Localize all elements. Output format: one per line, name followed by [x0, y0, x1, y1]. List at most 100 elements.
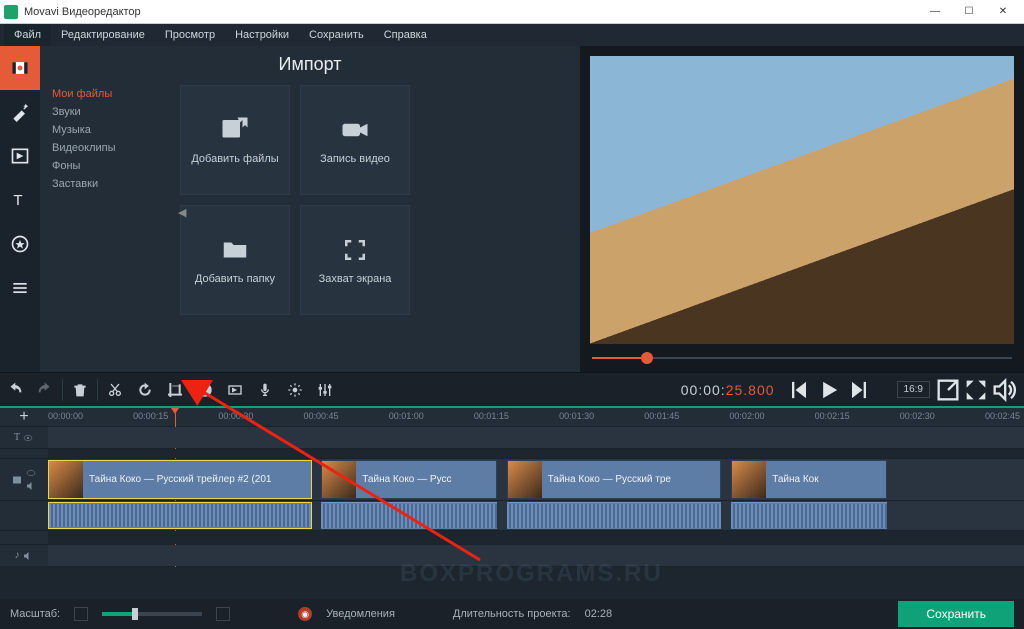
play-button[interactable] — [815, 376, 843, 404]
tile-add-folder[interactable]: Добавить папку — [180, 205, 290, 315]
audio-track-body[interactable] — [48, 501, 1024, 530]
timeline-ruler: + 00:00:0000:00:1500:00:3000:00:4500:01:… — [0, 408, 1024, 426]
delete-button[interactable] — [65, 373, 95, 407]
preview-video[interactable] — [590, 56, 1014, 344]
cat-videoclips[interactable]: Видеоклипы — [40, 139, 180, 157]
cat-intros[interactable]: Заставки — [40, 175, 180, 193]
tile-screen-capture[interactable]: Захват экрана — [300, 205, 410, 315]
scrubber-track — [592, 357, 1012, 359]
prev-button[interactable] — [785, 376, 813, 404]
fullscreen-button[interactable] — [962, 376, 990, 404]
video-clip[interactable]: Тайна Коко — Русский тре — [507, 460, 722, 499]
sidebar-stickers[interactable] — [0, 222, 40, 266]
sidebar-more[interactable] — [0, 266, 40, 310]
tick: 00:01:45 — [644, 408, 679, 421]
notification-icon[interactable]: ◉ — [298, 607, 312, 621]
notification-label[interactable]: Уведомления — [326, 608, 395, 620]
color-button[interactable] — [190, 373, 220, 407]
cat-backgrounds[interactable]: Фоны — [40, 157, 180, 175]
ruler-track[interactable]: 00:00:0000:00:1500:00:3000:00:4500:01:00… — [48, 408, 1024, 426]
aspect-ratio-button[interactable]: 16:9 — [897, 381, 930, 398]
tile-label: Добавить файлы — [191, 153, 278, 165]
save-button[interactable]: Сохранить — [898, 601, 1014, 627]
collapse-categories-icon[interactable]: ◀ — [178, 206, 186, 219]
clip-label: Тайна Коко — Русский тре — [542, 474, 677, 485]
cut-button[interactable] — [100, 373, 130, 407]
speaker-icon — [25, 480, 37, 492]
clip-thumbnail — [49, 461, 83, 498]
video-track-body[interactable]: Тайна Коко — Русский трейлер #2 (201Тайн… — [48, 459, 1024, 500]
title-track-head[interactable]: T — [0, 427, 48, 448]
video-track-head[interactable] — [0, 459, 48, 500]
tile-label: Добавить папку — [195, 273, 275, 285]
window-title: Movavi Видеоредактор — [24, 6, 918, 18]
menu-edit[interactable]: Редактирование — [51, 24, 155, 46]
crop-button[interactable] — [160, 373, 190, 407]
equalizer-button[interactable] — [310, 373, 340, 407]
transition-button[interactable] — [220, 373, 250, 407]
tick: 00:02:00 — [729, 408, 764, 421]
music-track-head[interactable]: ♪ — [0, 545, 48, 566]
minimize-button[interactable]: — — [918, 1, 952, 23]
tick: 00:01:30 — [559, 408, 594, 421]
preview-panel: ? — [580, 46, 1024, 372]
waveform — [49, 504, 311, 527]
audio-track-head[interactable] — [0, 501, 48, 530]
preview-scrubber[interactable] — [592, 354, 1012, 362]
svg-text:T: T — [13, 192, 22, 209]
waveform — [731, 504, 887, 528]
music-track-body[interactable] — [48, 545, 1024, 566]
tick: 00:02:45 — [985, 408, 1020, 421]
tile-label: Запись видео — [320, 153, 390, 165]
title-track-body[interactable] — [48, 427, 1024, 448]
zoom-mode-button[interactable] — [216, 607, 230, 621]
rotate-button[interactable] — [130, 373, 160, 407]
add-track-button[interactable]: + — [0, 408, 48, 426]
sidebar-effects[interactable] — [0, 90, 40, 134]
titlebar: Movavi Видеоредактор — ☐ ✕ — [0, 0, 1024, 24]
menu-file[interactable]: Файл — [4, 24, 51, 46]
redo-button[interactable] — [30, 373, 60, 407]
menu-settings[interactable]: Настройки — [225, 24, 299, 46]
tile-add-files[interactable]: Добавить файлы — [180, 85, 290, 195]
zoom-knob[interactable] — [132, 608, 138, 620]
audio-clip[interactable] — [321, 502, 497, 529]
audio-clip[interactable] — [507, 502, 722, 529]
cat-my-files[interactable]: Мои файлы — [40, 85, 180, 103]
video-clip[interactable]: Тайна Кок — [731, 460, 887, 499]
popout-button[interactable] — [934, 376, 962, 404]
video-clip[interactable]: Тайна Коко — Русский трейлер #2 (201 — [48, 460, 312, 499]
zoom-slider[interactable] — [102, 612, 202, 616]
menu-help[interactable]: Справка — [374, 24, 437, 46]
screen-icon — [340, 235, 370, 265]
menu-view[interactable]: Просмотр — [155, 24, 225, 46]
timecode-white: 00:00: — [681, 382, 726, 398]
cat-sounds[interactable]: Звуки — [40, 103, 180, 121]
sidebar-transitions[interactable] — [0, 134, 40, 178]
sidebar-titles[interactable]: T — [0, 178, 40, 222]
tick: 00:00:00 — [48, 408, 83, 421]
audio-clip[interactable] — [48, 502, 312, 529]
scrubber-knob[interactable] — [641, 352, 653, 364]
tick: 00:01:00 — [389, 408, 424, 421]
title-track: T — [0, 426, 1024, 448]
menu-save[interactable]: Сохранить — [299, 24, 374, 46]
sidebar-import[interactable] — [0, 46, 40, 90]
close-button[interactable]: ✕ — [986, 1, 1020, 23]
cat-music[interactable]: Музыка — [40, 121, 180, 139]
import-categories: Мои файлы Звуки Музыка Видеоклипы Фоны З… — [40, 81, 180, 372]
next-button[interactable] — [845, 376, 873, 404]
video-clip[interactable]: Тайна Коко — Русс — [321, 460, 497, 499]
music-track: ♪ — [0, 544, 1024, 566]
voiceover-button[interactable] — [250, 373, 280, 407]
folder-icon — [220, 235, 250, 265]
volume-button[interactable] — [990, 376, 1018, 404]
tile-record-video[interactable]: Запись видео — [300, 85, 410, 195]
maximize-button[interactable]: ☐ — [952, 1, 986, 23]
undo-button[interactable] — [0, 373, 30, 407]
properties-button[interactable] — [280, 373, 310, 407]
audio-clip[interactable] — [731, 502, 887, 529]
tile-label: Захват экрана — [319, 273, 392, 285]
duration-label: Длительность проекта: — [453, 608, 571, 620]
zoom-fit-button[interactable] — [74, 607, 88, 621]
